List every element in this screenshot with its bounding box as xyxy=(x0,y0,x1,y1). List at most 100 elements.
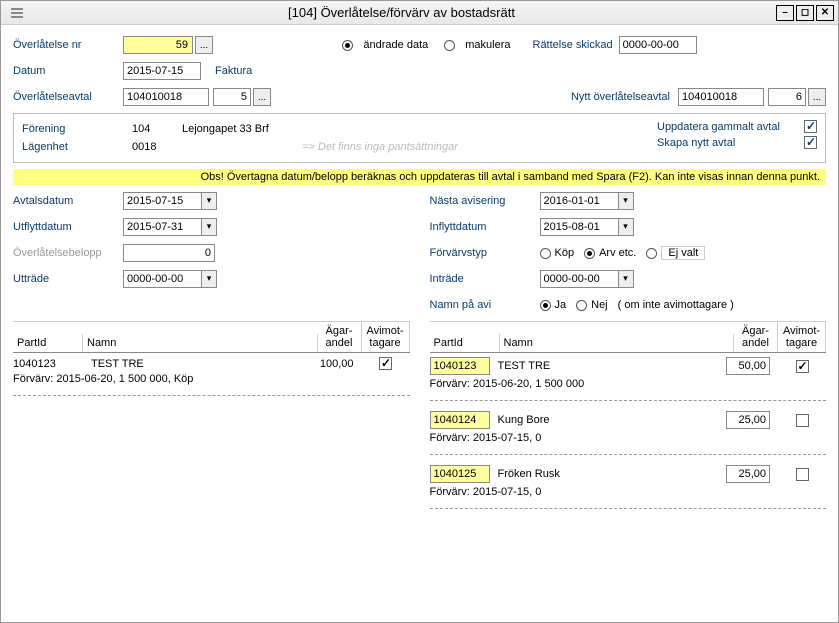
warning-banner: Obs! Övertagna datum/belopp beräknas och… xyxy=(13,169,826,185)
utflytt-label: Utflyttdatum xyxy=(13,221,123,233)
lagenhet-id: 0018 xyxy=(132,141,182,153)
nasta-label: Nästa avisering xyxy=(430,195,540,207)
menu-icon[interactable] xyxy=(11,8,27,18)
avi-note: ( om inte avimottagare ) xyxy=(618,299,734,311)
party-row: TEST TRE Förvärv: 2015-06-20, 1 500 000 xyxy=(430,353,827,401)
rattelse-date-input[interactable] xyxy=(619,36,697,54)
belopp-label: Överlåtelsebelopp xyxy=(13,247,123,259)
uttrade-input[interactable] xyxy=(123,270,201,288)
arv-radio[interactable] xyxy=(584,248,595,259)
maximize-button[interactable]: ◻ xyxy=(796,5,814,21)
party-row: 1040123 TEST TRE 100,00 Förvärv: 2015-06-20… xyxy=(13,353,410,396)
skapa-checkbox[interactable] xyxy=(804,136,817,149)
andel-text: 100,00 xyxy=(310,358,354,370)
chevron-down-icon[interactable]: ▾ xyxy=(201,270,217,288)
minimize-button[interactable]: – xyxy=(776,5,794,21)
nasta-input[interactable] xyxy=(540,192,618,210)
th-andel: Ägar-andel xyxy=(734,322,778,352)
uttrade-label: Utträde xyxy=(13,273,123,285)
andel-input[interactable] xyxy=(726,357,770,375)
right-table-header: PartId Namn Ägar-andel Avimot-tagare xyxy=(430,321,827,353)
datum-input[interactable] xyxy=(123,62,201,80)
ejvalt-label: Ej valt xyxy=(661,246,705,260)
andrade-data-radio[interactable] xyxy=(342,40,353,51)
th-namn: Namn xyxy=(500,334,735,352)
andel-input[interactable] xyxy=(726,465,770,483)
association-box: Förening 104 Lejongapet 33 Brf Lägenhet … xyxy=(13,113,826,163)
uppdatera-label: Uppdatera gammalt avtal xyxy=(657,121,780,133)
party-name: Kung Bore xyxy=(498,414,719,426)
arv-label: Arv etc. xyxy=(599,247,636,259)
titlebar: [104] Överlåtelse/förvärv av bostadsrätt… xyxy=(1,1,838,25)
partid-input[interactable] xyxy=(430,465,490,483)
avimottagare-checkbox[interactable] xyxy=(796,414,809,427)
nytt-avtal-label: Nytt överlåtelseavtal xyxy=(571,91,670,103)
avtalsdatum-label: Avtalsdatum xyxy=(13,195,123,207)
overlatelse-nr-label: Överlåtelse nr xyxy=(13,39,123,51)
party-subtext: Förvärv: 2015-06-20, 1 500 000, Köp xyxy=(13,373,410,385)
th-avi: Avimot-tagare xyxy=(362,322,410,352)
th-partid: PartId xyxy=(13,334,83,352)
party-name: Fröken Rusk xyxy=(498,468,719,480)
ejvalt-radio[interactable] xyxy=(646,248,657,259)
uppdatera-checkbox[interactable] xyxy=(804,120,817,133)
close-button[interactable]: ✕ xyxy=(816,5,834,21)
chevron-down-icon[interactable]: ▾ xyxy=(618,192,634,210)
forening-name: Lejongapet 33 Brf xyxy=(182,123,269,135)
th-namn: Namn xyxy=(83,334,318,352)
ja-radio[interactable] xyxy=(540,300,551,311)
overlatelseavtal-label: Överlåtelseavtal xyxy=(13,91,123,103)
party-row: Kung Bore Förvärv: 2015-07-15, 0 xyxy=(430,407,827,455)
nytt-avtal-lookup-button[interactable]: ... xyxy=(808,88,826,106)
andel-input[interactable] xyxy=(726,411,770,429)
window: [104] Överlåtelse/förvärv av bostadsrätt… xyxy=(0,0,839,623)
inflytt-input[interactable] xyxy=(540,218,618,236)
intrade-label: Inträde xyxy=(430,273,540,285)
content: Överlåtelse nr ... ändrade data makulera… xyxy=(1,25,838,525)
chevron-down-icon[interactable]: ▾ xyxy=(201,218,217,236)
overlatelseavtal-id-input[interactable] xyxy=(123,88,209,106)
avimottagare-checkbox[interactable] xyxy=(796,360,809,373)
chevron-down-icon[interactable]: ▾ xyxy=(618,270,634,288)
overlatelse-nr-input[interactable] xyxy=(123,36,193,54)
nytt-avtal-id-input[interactable] xyxy=(678,88,764,106)
nej-radio[interactable] xyxy=(576,300,587,311)
pant-hint: => Det finns inga pantsättningar xyxy=(302,141,458,153)
avtalsdatum-input[interactable] xyxy=(123,192,201,210)
partid-text: 1040123 xyxy=(13,358,83,370)
party-name: TEST TRE xyxy=(498,360,719,372)
chevron-down-icon[interactable]: ▾ xyxy=(201,192,217,210)
nytt-avtal-seq-input[interactable] xyxy=(768,88,806,106)
left-table-header: PartId Namn Ägar-andel Avimot-tagare xyxy=(13,321,410,353)
avimottagare-checkbox[interactable] xyxy=(379,357,392,370)
partid-input[interactable] xyxy=(430,357,490,375)
skapa-label: Skapa nytt avtal xyxy=(657,137,735,149)
utflytt-input[interactable] xyxy=(123,218,201,236)
th-avi: Avimot-tagare xyxy=(778,322,826,352)
chevron-down-icon[interactable]: ▾ xyxy=(618,218,634,236)
party-row: Fröken Rusk Förvärv: 2015-07-15, 0 xyxy=(430,461,827,509)
makulera-radio[interactable] xyxy=(444,40,455,51)
party-subtext: Förvärv: 2015-07-15, 0 xyxy=(430,432,827,444)
overlatelseavtal-lookup-button[interactable]: ... xyxy=(253,88,271,106)
ja-label: Ja xyxy=(555,299,567,311)
forening-label: Förening xyxy=(22,123,132,135)
party-subtext: Förvärv: 2015-06-20, 1 500 000 xyxy=(430,378,827,390)
rattelse-label: Rättelse skickad xyxy=(533,39,613,51)
lagenhet-label: Lägenhet xyxy=(22,141,132,153)
party-name: TEST TRE xyxy=(91,358,302,370)
th-andel: Ägar-andel xyxy=(318,322,362,352)
kop-radio[interactable] xyxy=(540,248,551,259)
avimottagare-checkbox[interactable] xyxy=(796,468,809,481)
makulera-label: makulera xyxy=(465,39,510,51)
overlatelseavtal-seq-input[interactable] xyxy=(213,88,251,106)
partid-input[interactable] xyxy=(430,411,490,429)
left-column: Avtalsdatum ▾ Utflyttdatum ▾ Överlåtelse… xyxy=(13,191,410,515)
intrade-input[interactable] xyxy=(540,270,618,288)
th-partid: PartId xyxy=(430,334,500,352)
belopp-input[interactable] xyxy=(123,244,215,262)
party-subtext: Förvärv: 2015-07-15, 0 xyxy=(430,486,827,498)
overlatelse-nr-lookup-button[interactable]: ... xyxy=(195,36,213,54)
inflytt-label: Inflyttdatum xyxy=(430,221,540,233)
nej-label: Nej xyxy=(591,299,608,311)
